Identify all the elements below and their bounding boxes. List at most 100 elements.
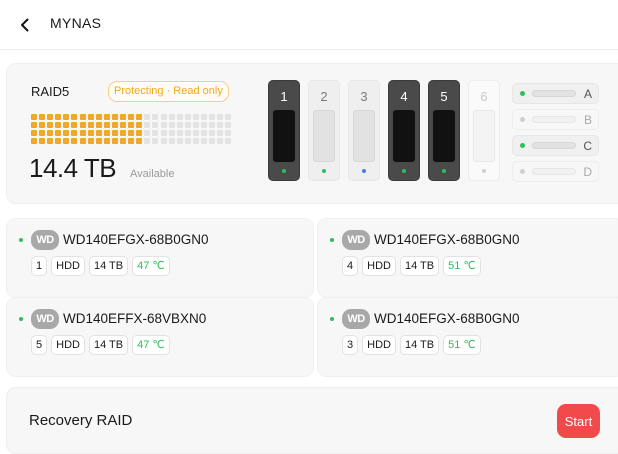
disk-status-dot xyxy=(19,238,23,242)
usage-cell xyxy=(47,138,54,144)
usage-cell xyxy=(111,122,118,128)
usage-cell xyxy=(200,130,207,136)
disk-type-tag: HDD xyxy=(51,256,85,276)
usage-cell xyxy=(31,122,37,128)
usage-cell xyxy=(136,114,143,120)
bay-status-led xyxy=(282,169,286,173)
slot-letter: C xyxy=(583,139,592,153)
disk-tags: 1 HDD 14 TB 47 ℃ xyxy=(31,256,170,276)
usage-cell xyxy=(55,122,62,128)
usage-cell xyxy=(63,138,70,144)
slot-status-led xyxy=(520,143,525,148)
usage-cell xyxy=(47,130,54,136)
m2-slot-c[interactable]: C xyxy=(512,135,599,156)
usage-cell xyxy=(63,122,70,128)
usage-cell xyxy=(200,122,207,128)
usage-cell xyxy=(192,114,199,120)
bay-slot xyxy=(393,110,415,162)
usage-cell xyxy=(39,122,46,128)
usage-cell xyxy=(144,138,151,144)
disk-card[interactable]: WD WD140EFGX-68B0GN0 3 HDD 14 TB 51 ℃ xyxy=(317,297,618,377)
disk-card[interactable]: WD WD140EFFX-68VBXN0 5 HDD 14 TB 47 ℃ xyxy=(6,297,314,377)
usage-cell xyxy=(31,138,37,144)
bay-status-led xyxy=(442,169,446,173)
bay-slot xyxy=(473,110,495,162)
bay-number: 2 xyxy=(320,89,328,104)
usage-cell xyxy=(128,130,135,136)
bay-status-led xyxy=(362,169,366,173)
slot-letter: B xyxy=(583,113,592,127)
usage-cell xyxy=(176,114,183,120)
bay-number: 1 xyxy=(280,89,288,104)
drive-bay-5[interactable]: 5 xyxy=(428,80,460,181)
disk-status-dot xyxy=(19,317,23,321)
disk-card[interactable]: WD WD140EFGX-68B0GN0 4 HDD 14 TB 51 ℃ xyxy=(317,218,618,298)
usage-cell xyxy=(184,130,191,136)
usage-cell xyxy=(200,138,207,144)
bay-slot xyxy=(433,110,455,162)
disk-card[interactable]: WD WD140EFGX-68B0GN0 1 HDD 14 TB 47 ℃ xyxy=(6,218,314,298)
disk-temp-tag: 47 ℃ xyxy=(132,335,170,355)
usage-cell xyxy=(128,138,135,144)
bay-number: 4 xyxy=(400,89,408,104)
usage-cell xyxy=(209,138,216,144)
back-button[interactable] xyxy=(14,13,36,37)
usage-cell xyxy=(136,130,143,136)
disk-temp-tag: 51 ℃ xyxy=(443,256,481,276)
bay-slot xyxy=(353,110,375,162)
raid-status-badge: Protecting · Read only xyxy=(108,81,229,102)
m2-slot-d[interactable]: D xyxy=(512,161,599,182)
usage-cell xyxy=(192,122,199,128)
usage-cell xyxy=(31,114,37,120)
m2-slot-b[interactable]: B xyxy=(512,109,599,130)
usage-cell xyxy=(120,122,127,128)
usage-cell xyxy=(144,114,151,120)
usage-cell xyxy=(209,114,216,120)
disk-tags: 4 HDD 14 TB 51 ℃ xyxy=(342,256,481,276)
disk-bay-tag: 3 xyxy=(342,335,359,355)
usage-cell xyxy=(120,130,127,136)
usage-cell xyxy=(47,114,54,120)
drive-bay-1[interactable]: 1 xyxy=(268,80,300,181)
disk-tags: 5 HDD 14 TB 47 ℃ xyxy=(31,335,170,355)
disk-size-tag: 14 TB xyxy=(88,256,129,276)
disk-model: WD140EFGX-68B0GN0 xyxy=(63,232,209,247)
drive-bay-2[interactable]: 2 xyxy=(308,80,340,181)
usage-cell xyxy=(111,130,118,136)
usage-cell xyxy=(103,122,110,128)
usage-cell xyxy=(128,114,135,120)
usage-cell xyxy=(39,114,46,120)
usage-cell xyxy=(87,122,94,128)
slot-status-led xyxy=(520,117,525,122)
usage-cell xyxy=(168,114,175,120)
usage-cell xyxy=(47,122,54,128)
usage-cell xyxy=(87,114,94,120)
m2-drive-icon xyxy=(532,142,576,149)
usage-cell xyxy=(79,122,86,128)
usage-cell xyxy=(31,130,37,136)
usage-cell xyxy=(217,130,224,136)
usage-cell xyxy=(79,130,86,136)
usage-cell xyxy=(39,130,46,136)
drive-bay-3[interactable]: 3 xyxy=(348,80,380,181)
bay-number: 6 xyxy=(480,89,488,104)
disk-size-tag: 14 TB xyxy=(88,335,129,355)
drive-bay-4[interactable]: 4 xyxy=(388,80,420,181)
page-title: MYNAS xyxy=(50,15,102,31)
usage-cell xyxy=(103,114,110,120)
usage-cell xyxy=(160,130,167,136)
usage-cell xyxy=(192,138,199,144)
usage-cell xyxy=(55,114,62,120)
usage-cell xyxy=(217,114,224,120)
usage-cell xyxy=(225,130,232,136)
start-recovery-button[interactable]: Start xyxy=(557,404,600,438)
recovery-raid-label: Recovery RAID xyxy=(29,412,133,429)
disk-temp-tag: 47 ℃ xyxy=(132,256,170,276)
usage-cell xyxy=(160,122,167,128)
m2-slot-a[interactable]: A xyxy=(512,83,599,104)
usage-cell xyxy=(136,138,143,144)
capacity-usage-grid xyxy=(31,114,234,144)
drive-bay-6[interactable]: 6 xyxy=(468,80,500,181)
usage-cell xyxy=(63,114,70,120)
usage-cell xyxy=(209,130,216,136)
